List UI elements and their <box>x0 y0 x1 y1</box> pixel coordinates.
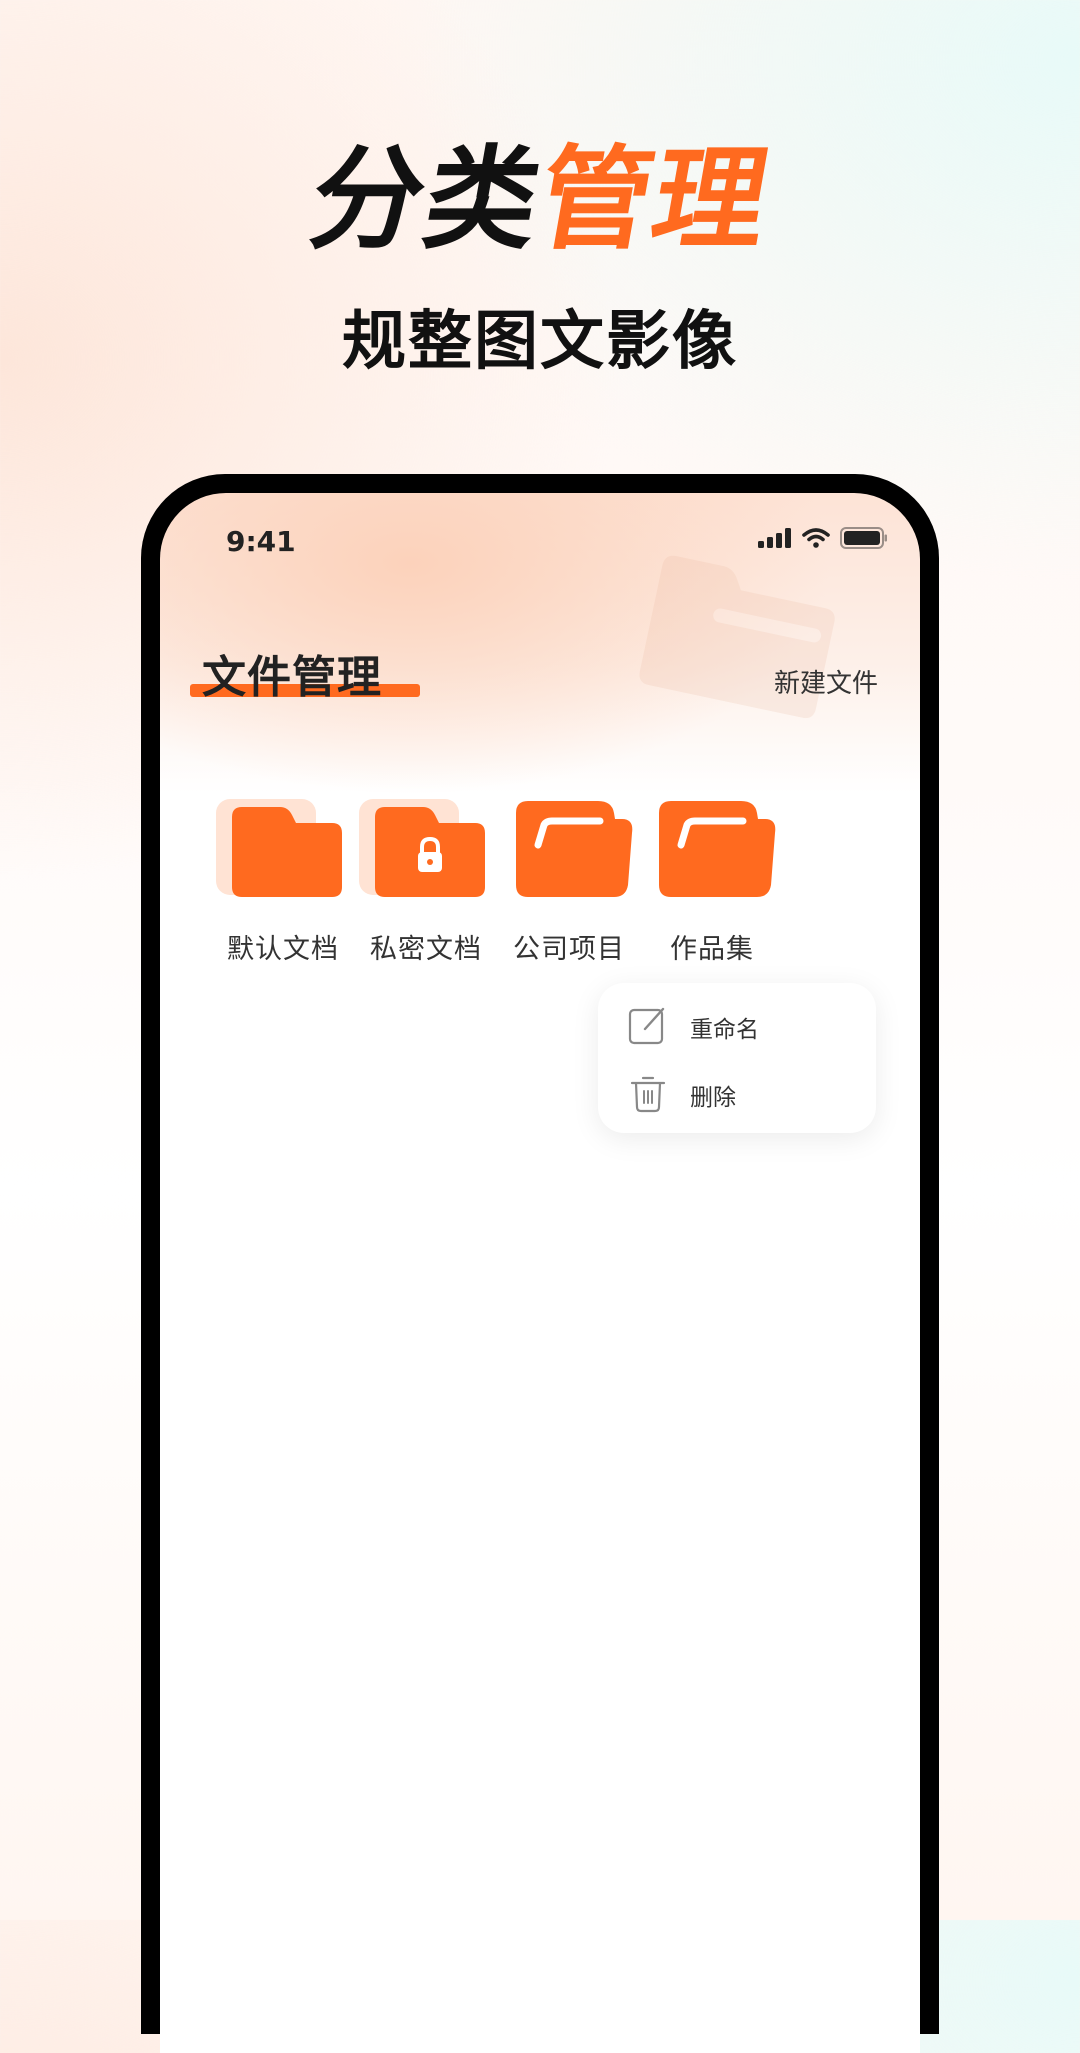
folder-icon <box>208 793 358 903</box>
folder-context-menu: 重命名 删除 <box>598 983 876 1133</box>
headline-part-1: 分类 <box>300 135 552 265</box>
edit-icon <box>628 1005 668 1049</box>
folder-item-portfolio[interactable]: 作品集 <box>637 793 787 966</box>
wifi-icon <box>802 528 830 552</box>
folder-item-default[interactable]: 默认文档 <box>208 793 358 966</box>
phone-frame: 9:41 文件管理 新建文件 默认文档 私密文档 公司项目 作品集 重命名 删除 <box>141 474 939 2053</box>
rename-menu-item[interactable]: 重命名 <box>628 1005 759 1049</box>
battery-icon <box>840 527 888 553</box>
folder-label: 公司项目 <box>513 934 625 965</box>
folder-label: 作品集 <box>670 934 754 965</box>
promo-subtitle: 规整图文影像 <box>342 305 738 379</box>
rename-label: 重命名 <box>690 1017 759 1043</box>
headline-part-2: 管理 <box>528 135 780 265</box>
locked-folder-icon <box>351 793 501 903</box>
folder-item-company[interactable]: 公司项目 <box>494 793 644 966</box>
trash-icon <box>628 1073 668 1117</box>
page-title-block: 文件管理 <box>190 641 420 705</box>
page-title: 文件管理 <box>202 652 382 703</box>
new-file-button[interactable]: 新建文件 <box>774 663 878 700</box>
status-icons <box>758 527 888 553</box>
promo-headline: 分类管理 <box>0 135 1080 265</box>
folder-label: 默认文档 <box>227 934 339 965</box>
open-folder-icon <box>637 793 787 903</box>
folder-item-private[interactable]: 私密文档 <box>351 793 501 966</box>
phone-screen: 9:41 文件管理 新建文件 默认文档 私密文档 公司项目 作品集 重命名 删除 <box>160 493 920 2053</box>
open-folder-icon <box>494 793 644 903</box>
delete-label: 删除 <box>690 1085 736 1111</box>
status-time: 9:41 <box>226 525 296 558</box>
delete-menu-item[interactable]: 删除 <box>628 1073 736 1117</box>
folder-label: 私密文档 <box>370 934 482 965</box>
signal-icon <box>758 528 792 552</box>
